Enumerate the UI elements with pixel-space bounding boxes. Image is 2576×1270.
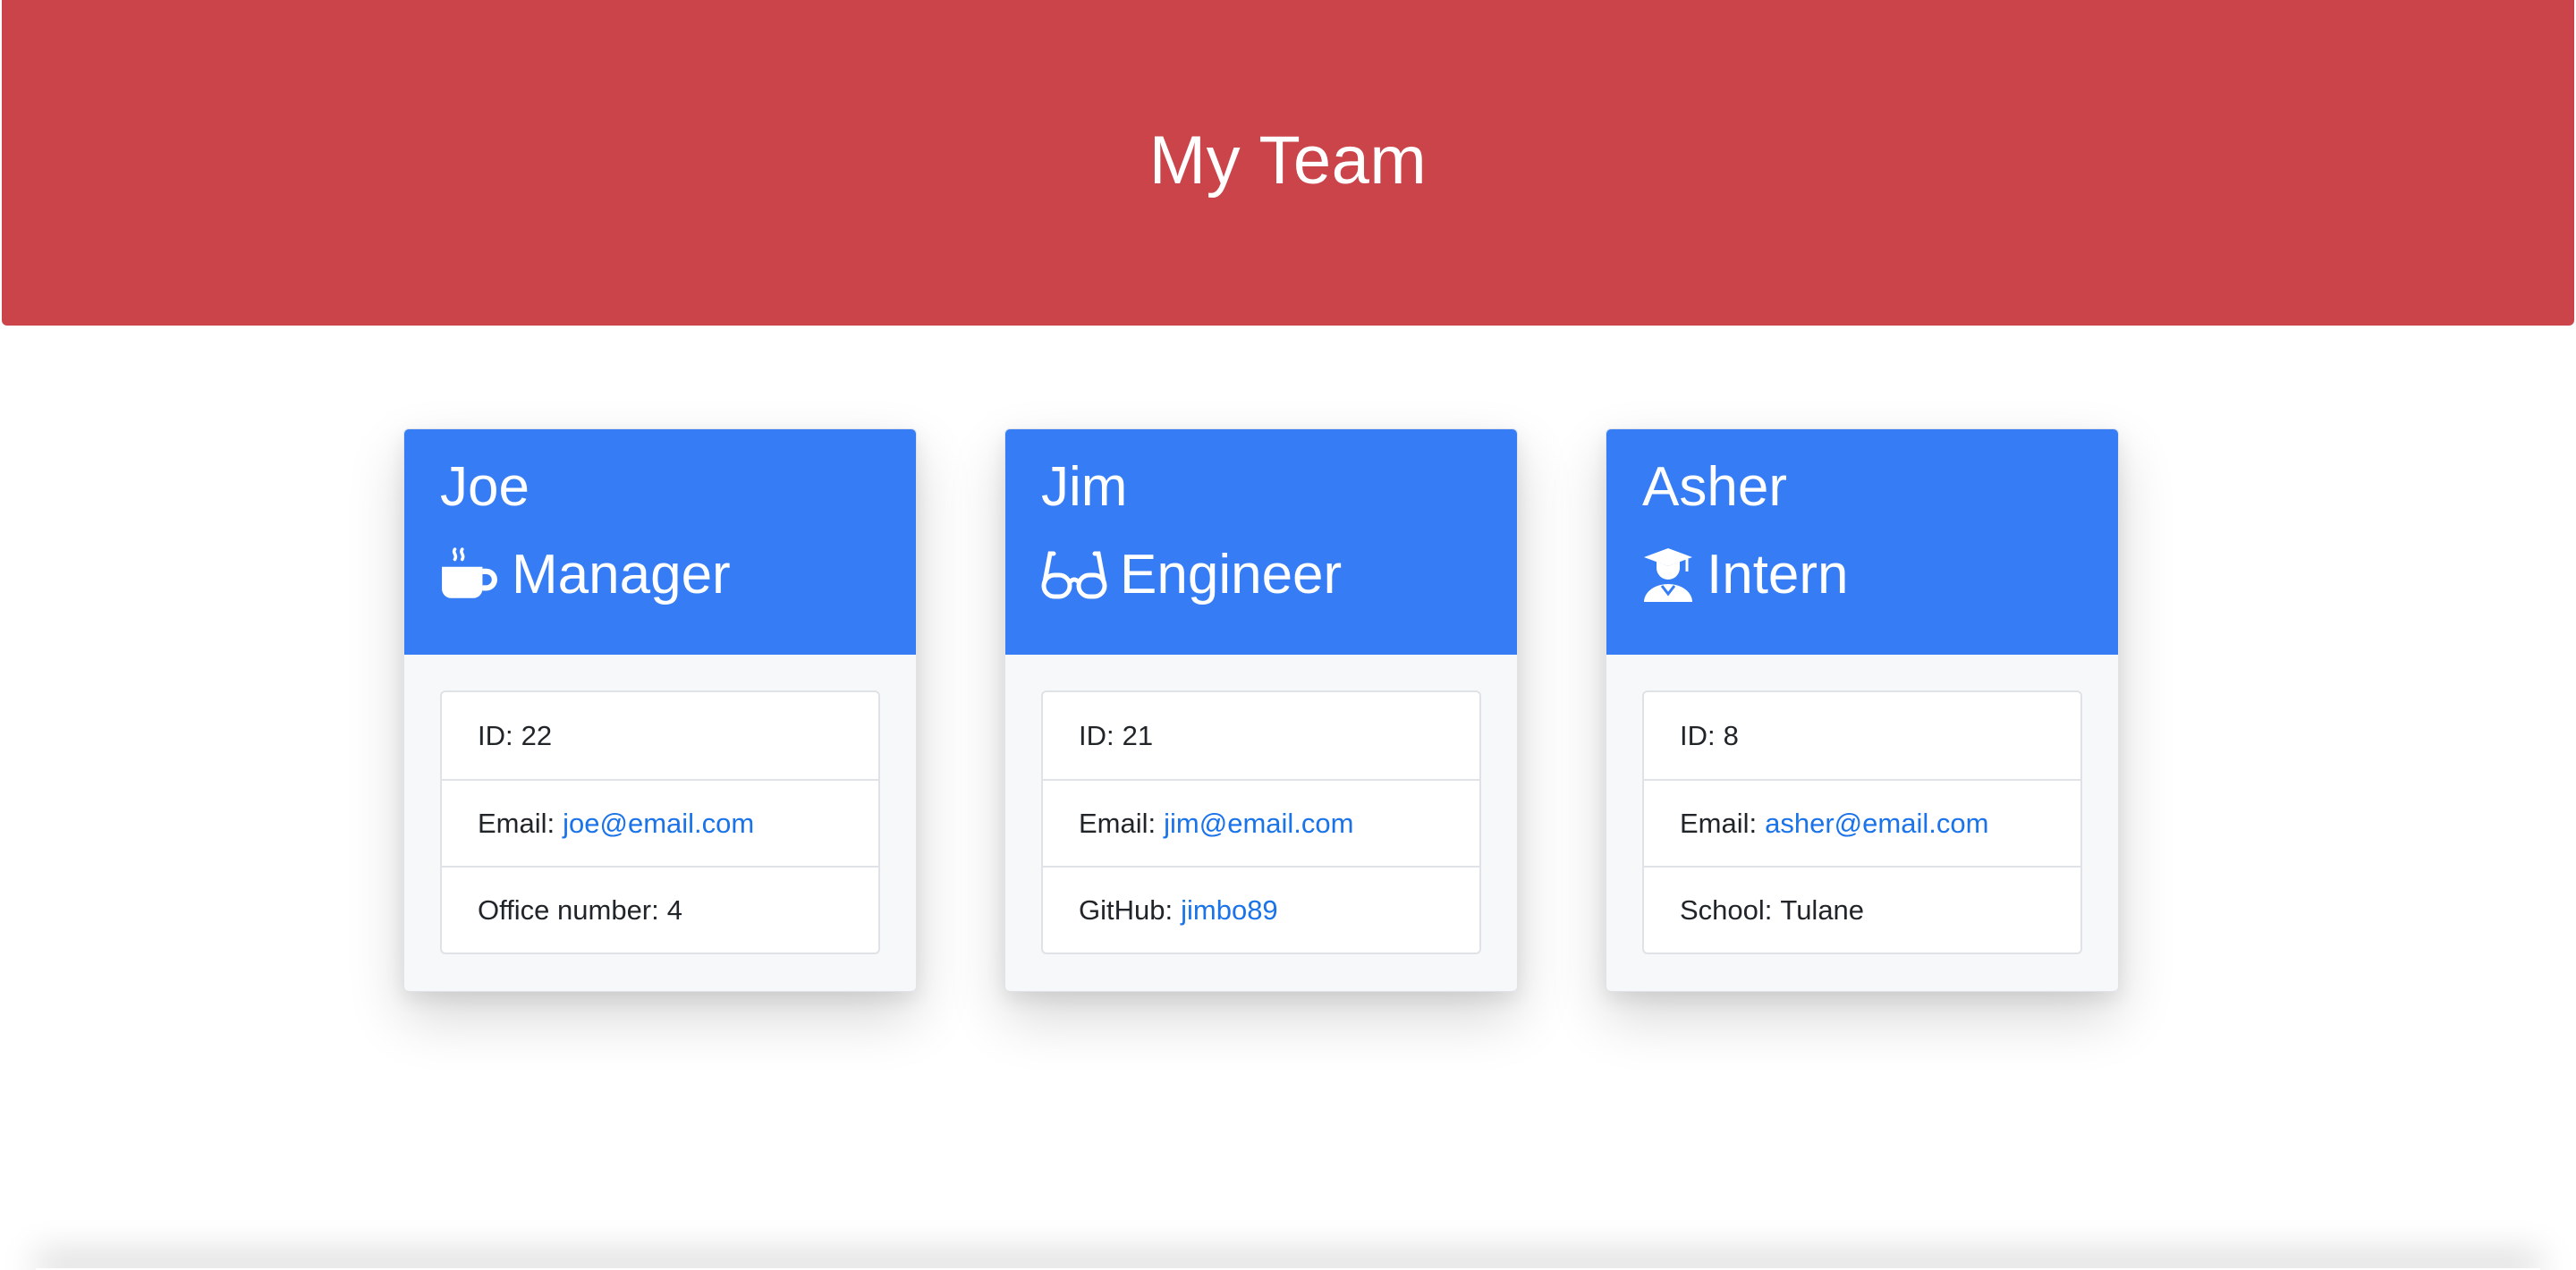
details-list: ID: 22 Email: joe@email.com Office numbe… [440, 690, 880, 954]
email-link[interactable]: jim@email.com [1164, 808, 1353, 840]
page-title: My Team [1148, 123, 1428, 199]
employee-name: Jim [1041, 456, 1128, 518]
id-value: 22 [521, 719, 553, 751]
email-link[interactable]: asher@email.com [1765, 808, 1988, 840]
employee-role: Engineer [1041, 542, 1342, 608]
details-list: ID: 21 Email: jim@email.com GitHub: jimb… [1041, 690, 1481, 954]
mug-hot-icon [440, 546, 499, 605]
employee-role: Intern [1642, 542, 1849, 608]
list-item-github: GitHub: jimbo89 [1043, 866, 1479, 952]
email-label: Email: [478, 807, 555, 839]
card-header: Asher Intern [1606, 429, 2118, 655]
role-label: Engineer [1120, 544, 1343, 605]
employee-card-intern: Asher Intern ID: 8 Email: asher@email.co… [1606, 428, 2119, 992]
email-label: Email: [1680, 807, 1758, 839]
role-label: Manager [512, 544, 731, 605]
glasses-icon [1041, 548, 1107, 602]
school-label: School: [1680, 893, 1773, 926]
card-header: Joe Manager [404, 429, 916, 655]
school-value: Tulane [1780, 893, 1865, 926]
list-item-id: ID: 22 [442, 692, 878, 779]
list-item-email: Email: jim@email.com [1043, 779, 1479, 866]
email-link[interactable]: joe@email.com [563, 808, 754, 840]
employee-role: Manager [440, 542, 731, 608]
header-banner: My Team [2, 0, 2574, 326]
list-item-email: Email: asher@email.com [1644, 779, 2080, 866]
employee-name: Asher [1642, 456, 1787, 518]
id-value: 8 [1723, 719, 1739, 751]
card-header: Jim Engineer [1005, 429, 1517, 655]
list-item-school: School: Tulane [1644, 866, 2080, 952]
details-list: ID: 8 Email: asher@email.com School: Tul… [1642, 690, 2082, 954]
list-item-id: ID: 21 [1043, 692, 1479, 779]
office-value: 4 [666, 893, 682, 926]
email-label: Email: [1079, 807, 1157, 839]
employee-name: Joe [440, 456, 530, 518]
github-label: GitHub: [1079, 893, 1174, 926]
id-label: ID: [1079, 719, 1114, 751]
github-link[interactable]: jimbo89 [1181, 894, 1278, 927]
id-label: ID: [478, 719, 513, 751]
list-item-email: Email: joe@email.com [442, 779, 878, 866]
id-value: 21 [1122, 719, 1154, 751]
id-label: ID: [1680, 719, 1716, 751]
graduate-icon [1642, 546, 1694, 604]
page: My Team Joe Manager ID: 22 Email: joe@em… [0, 0, 2576, 1270]
list-item-id: ID: 8 [1644, 692, 2080, 779]
list-item-office: Office number: 4 [442, 866, 878, 952]
employee-card-manager: Joe Manager ID: 22 Email: joe@email.com … [403, 428, 917, 992]
role-label: Intern [1707, 544, 1849, 605]
office-label: Office number: [478, 893, 659, 926]
employee-card-engineer: Jim Engineer ID: 21 Email: jim@email.com… [1004, 428, 1518, 992]
